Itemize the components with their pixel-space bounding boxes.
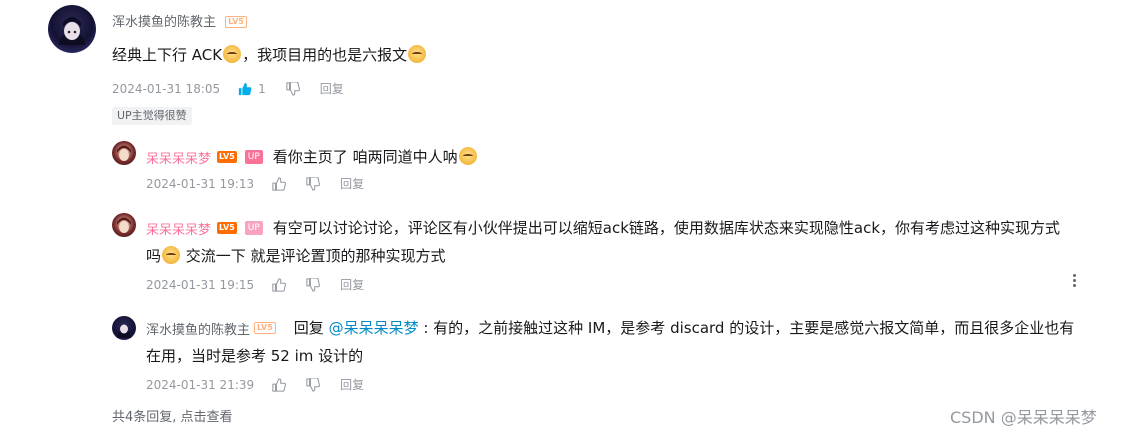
reply-button[interactable]: 回复 [340,276,364,293]
reply-button[interactable]: 回复 [340,175,364,192]
like-button[interactable] [272,176,287,191]
reply-text: 看你主页了 咱两同道中人呐 [273,145,478,169]
level-badge: LV5 [217,222,237,234]
view-all-replies-link[interactable]: 共4条回复, 点击查看 [112,406,233,425]
reply-button[interactable]: 回复 [320,80,344,97]
reply-header: 呆呆呆呆梦 LV5 UP 有空可以讨论讨论，评论区有小伙伴提出可以缩短ack链路… [146,216,1060,240]
reply-text-line2: 在用，当时是参考 52 im 设计的 [146,347,364,365]
thumbs-up-icon [272,176,287,191]
comment-text-part1: 经典上下行 ACK [112,46,223,64]
reply-text-part: 吗 [146,247,162,265]
up-liked-badge: UP主觉得很赞 [112,107,192,125]
thumbs-up-filled-icon [239,82,252,95]
up-tag: UP [244,150,263,164]
up-tag: UP [244,221,263,235]
mention-link[interactable]: @呆呆呆呆梦 [329,319,419,337]
level-badge: LV5 [217,151,237,163]
reply-text-content: : 有的，之前接触过这种 IM，是参考 discard 的设计，主要是感觉六报文… [418,319,1075,337]
username[interactable]: 呆呆呆呆梦 [146,219,211,238]
thumbs-down-icon [306,176,321,191]
reply-meta: 2024-01-31 21:39 回复 [146,376,384,393]
timestamp: 2024-01-31 19:13 [146,176,255,191]
username[interactable]: 浑水摸鱼的陈教主 [112,15,216,30]
reply-header: 浑水摸鱼的陈教主 LV5 回复 @呆呆呆呆梦 : 有的，之前接触过这种 IM，是… [146,316,1074,340]
comment-meta: 2024-01-31 18:05 1 回复 [112,80,364,97]
reply-header: 呆呆呆呆梦 LV5 UP 看你主页了 咱两同道中人呐 [146,145,478,169]
comment-header: 浑水摸鱼的陈教主 LV5 [112,11,247,30]
dislike-button[interactable] [306,176,321,191]
avatar[interactable] [112,213,136,237]
reply-prefix: 回复 [293,319,329,337]
avatar[interactable] [48,5,96,53]
timestamp: 2024-01-31 21:39 [146,377,255,392]
doge-emoji-icon [458,147,477,165]
thumbs-up-icon [272,277,287,292]
thumbs-up-icon [272,377,287,392]
username[interactable]: 呆呆呆呆梦 [146,148,211,167]
reply-text-line1: 有空可以讨论讨论，评论区有小伙伴提出可以缩短ack链路，使用数据库状态来实现隐性… [272,219,1061,237]
comment-text-part2: ，我项目用的也是六报文 [242,46,408,64]
like-button[interactable] [272,377,287,392]
like-count: 1 [258,81,266,96]
level-badge: LV5 [225,15,247,28]
reply-button[interactable]: 回复 [340,376,364,393]
reply-text-line1: 回复 @呆呆呆呆梦 : 有的，之前接触过这种 IM，是参考 discard 的设… [294,316,1074,340]
avatar[interactable] [112,141,136,165]
dislike-button[interactable] [306,377,321,392]
dislike-button[interactable] [286,81,300,96]
more-options-icon[interactable] [1073,274,1077,289]
reply-text-line2: 吗 交流一下 就是评论置顶的那种实现方式 [146,244,446,268]
doge-emoji-icon [162,246,181,264]
reply-meta: 2024-01-31 19:13 回复 [146,175,384,192]
comment-text: 经典上下行 ACK ，我项目用的也是六报文 [112,43,427,67]
thumbs-down-icon [306,277,321,292]
reply-text-content: 看你主页了 咱两同道中人呐 [272,148,458,166]
like-button[interactable] [272,277,287,292]
watermark: CSDN @呆呆呆呆梦 [950,408,1097,427]
timestamp: 2024-01-31 19:15 [146,277,255,292]
dislike-button[interactable] [306,277,321,292]
avatar[interactable] [112,316,136,340]
like-button[interactable]: 1 [238,82,266,96]
thumbs-down-icon [286,81,300,96]
reply-text-part: 交流一下 就是评论置顶的那种实现方式 [181,247,446,265]
username[interactable]: 浑水摸鱼的陈教主 [146,319,250,338]
thumbs-down-icon [306,377,321,392]
doge-emoji-icon [223,45,242,63]
reply-meta: 2024-01-31 19:15 回复 [146,276,384,293]
timestamp: 2024-01-31 18:05 [112,81,221,96]
doge-emoji-icon [408,45,427,63]
level-badge: LV5 [254,322,276,334]
